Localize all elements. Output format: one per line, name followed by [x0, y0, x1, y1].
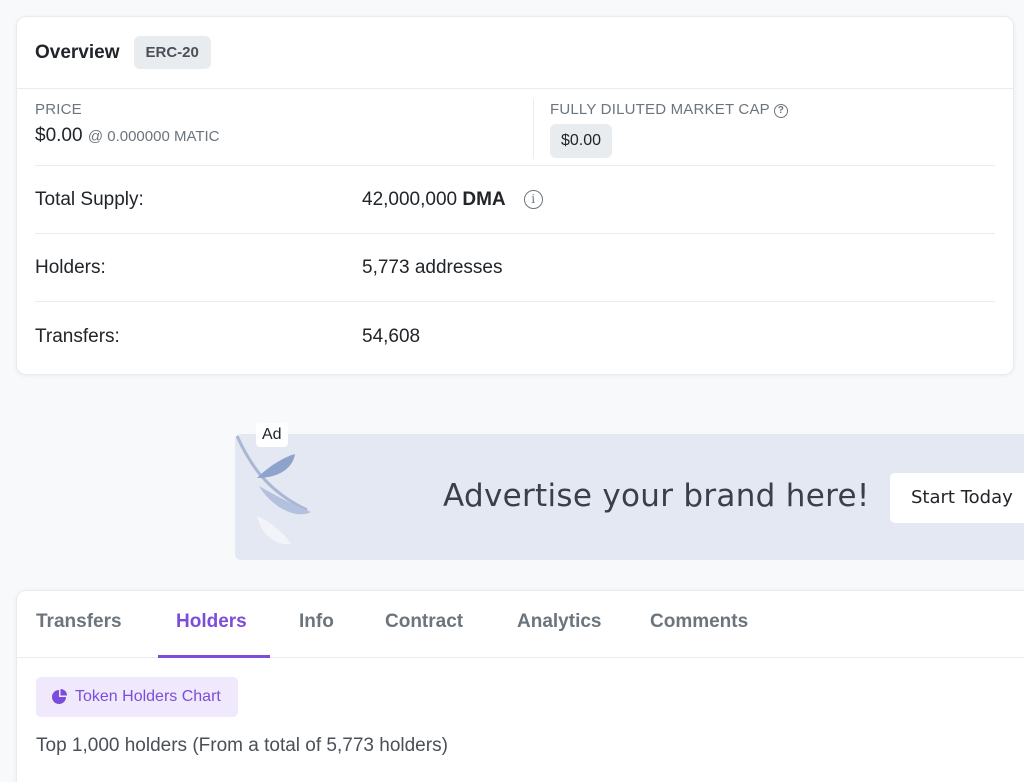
token-holders-chart-label: Token Holders Chart — [75, 688, 221, 705]
price-value: $0.00 — [35, 125, 83, 146]
question-icon[interactable]: ? — [773, 104, 788, 118]
pie-chart-icon — [52, 689, 67, 704]
tab-contract[interactable]: Contract — [385, 611, 463, 633]
total-supply-value-line: 42,000,000 DMA — [362, 189, 506, 211]
overview-header: Overview ERC-20 — [17, 17, 1013, 89]
transfers-label: Transfers: — [35, 326, 120, 347]
tab-comments[interactable]: Comments — [650, 611, 748, 633]
holders-value: 5,773 addresses — [362, 256, 503, 278]
total-supply-row: Total Supply: 42,000,000 DMA i — [35, 166, 995, 234]
ad-text: Advertise your brand here! — [443, 478, 870, 514]
leaf-logo-icon — [235, 435, 311, 545]
price-row: PRICE $0.00 @ 0.000000 MATIC FULLY DILUT… — [35, 89, 995, 166]
price-matic: @ 0.000000 MATIC — [87, 128, 220, 145]
token-standard-badge: ERC-20 — [133, 36, 211, 69]
transfers-row: Transfers: 54,608 — [35, 303, 995, 371]
overview-title: Overview — [35, 41, 120, 63]
market-cap-label: FULLY DILUTED MARKET CAP — [550, 101, 770, 118]
start-today-button[interactable]: Start Today — [890, 473, 1024, 523]
transfers-value: 54,608 — [362, 326, 421, 347]
holders-label: Holders: — [35, 256, 106, 278]
tab-bar: Transfers Holders Info Contract Analytic… — [17, 591, 1024, 658]
market-cap-value: $0.00 — [550, 124, 613, 158]
token-tabs-card: Transfers Holders Info Contract Analytic… — [16, 590, 1024, 782]
market-cap-block: FULLY DILUTED MARKET CAP? $0.00 — [550, 101, 788, 158]
price-value-line: $0.00 @ 0.000000 MATIC — [35, 125, 220, 147]
active-tab-indicator — [158, 655, 270, 658]
token-holders-chart-button[interactable]: Token Holders Chart — [36, 677, 238, 717]
total-supply-value: 42,000,000 — [362, 188, 458, 210]
tab-analytics[interactable]: Analytics — [517, 611, 601, 633]
tab-info[interactable]: Info — [299, 611, 334, 633]
holders-summary: Top 1,000 holders (From a total of 5,773… — [36, 735, 448, 756]
ad-banner[interactable]: Advertise your brand here! Start Today — [235, 434, 1024, 560]
column-divider — [533, 99, 534, 159]
price-label: PRICE — [35, 101, 82, 118]
tab-transfers[interactable]: Transfers — [36, 611, 122, 633]
price-block: PRICE $0.00 @ 0.000000 MATIC — [35, 101, 220, 147]
tab-holders[interactable]: Holders — [176, 611, 247, 633]
ad-tag: Ad — [256, 423, 288, 447]
token-symbol: DMA — [462, 188, 506, 210]
total-supply-label: Total Supply: — [35, 188, 144, 210]
overview-card: Overview ERC-20 PRICE $0.00 @ 0.000000 M… — [16, 16, 1014, 375]
info-icon[interactable]: i — [523, 190, 543, 209]
holders-row: Holders: 5,773 addresses — [35, 234, 995, 302]
market-cap-label-line: FULLY DILUTED MARKET CAP? — [550, 101, 788, 118]
